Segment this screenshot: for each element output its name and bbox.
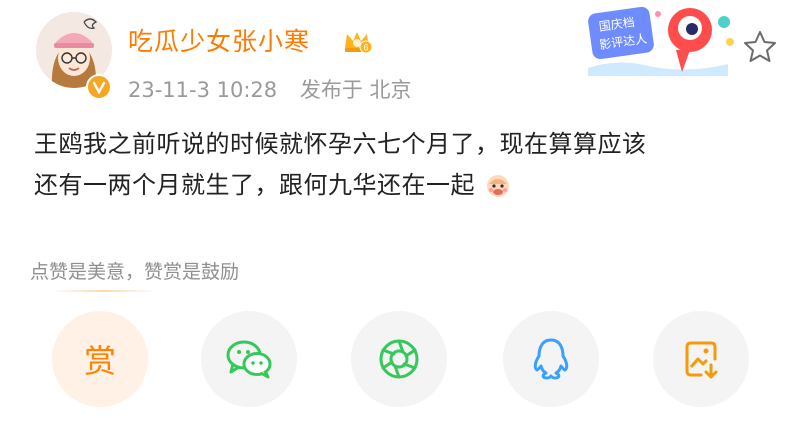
- post-meta: 23-11-3 10:28 发布于 北京: [128, 74, 412, 104]
- post-location: 发布于 北京: [299, 78, 412, 102]
- share-moments-button[interactable]: [351, 311, 447, 407]
- post-text-line2: 还有一两个月就生了，跟何九华还在一起: [34, 171, 475, 199]
- reward-tip: 点赞是美意，赞赏是鼓励: [30, 261, 240, 283]
- promo-badge[interactable]: 国庆档 影评达人: [578, 2, 750, 78]
- post-time: 23-11-3 10:28: [128, 78, 278, 102]
- post-content: 王鸥我之前听说的时候就怀孕六七个月了，现在算算应该 还有一两个月就生了，跟何九华…: [34, 124, 794, 206]
- share-wechat-button[interactable]: [201, 311, 297, 407]
- level-number: 6: [363, 43, 368, 53]
- qq-penguin-icon: [533, 338, 569, 380]
- save-image-icon: [685, 341, 718, 379]
- moments-aperture-icon: [379, 339, 419, 379]
- post-text-line1: 王鸥我之前听说的时候就怀孕六七个月了，现在算算应该: [34, 130, 647, 158]
- reward-label: 赏: [83, 342, 116, 380]
- save-image-button[interactable]: [653, 311, 749, 407]
- verified-badge-icon: [86, 74, 112, 100]
- share-qq-button[interactable]: [503, 311, 599, 407]
- post-text-line2-wrap: 还有一两个月就生了，跟何九华还在一起: [34, 165, 794, 206]
- username[interactable]: 吃瓜少女张小寒: [128, 22, 310, 58]
- favorite-star-icon[interactable]: [740, 27, 780, 67]
- melon-emoji-icon: [487, 175, 510, 197]
- crown-level-icon[interactable]: 6: [342, 28, 372, 54]
- reward-button[interactable]: 赏: [52, 311, 148, 407]
- reward-tip-underline: [52, 290, 156, 292]
- wechat-icon: [226, 340, 272, 379]
